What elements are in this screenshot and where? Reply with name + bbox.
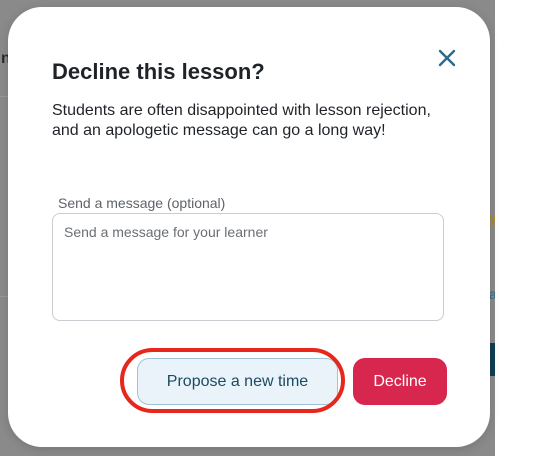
message-input[interactable]	[52, 213, 444, 321]
background-divider	[0, 296, 8, 297]
decline-lesson-dialog: Decline this lesson? Students are often …	[8, 7, 490, 447]
close-button[interactable]	[434, 45, 460, 71]
message-field-label: Send a message (optional)	[58, 195, 226, 211]
decline-button[interactable]: Decline	[353, 358, 447, 405]
dialog-title: Decline this lesson?	[52, 59, 265, 84]
highlight-annotation	[120, 348, 345, 413]
background-divider	[0, 96, 8, 97]
close-icon	[438, 49, 456, 67]
dialog-description: Students are often disappointed with les…	[52, 102, 431, 139]
